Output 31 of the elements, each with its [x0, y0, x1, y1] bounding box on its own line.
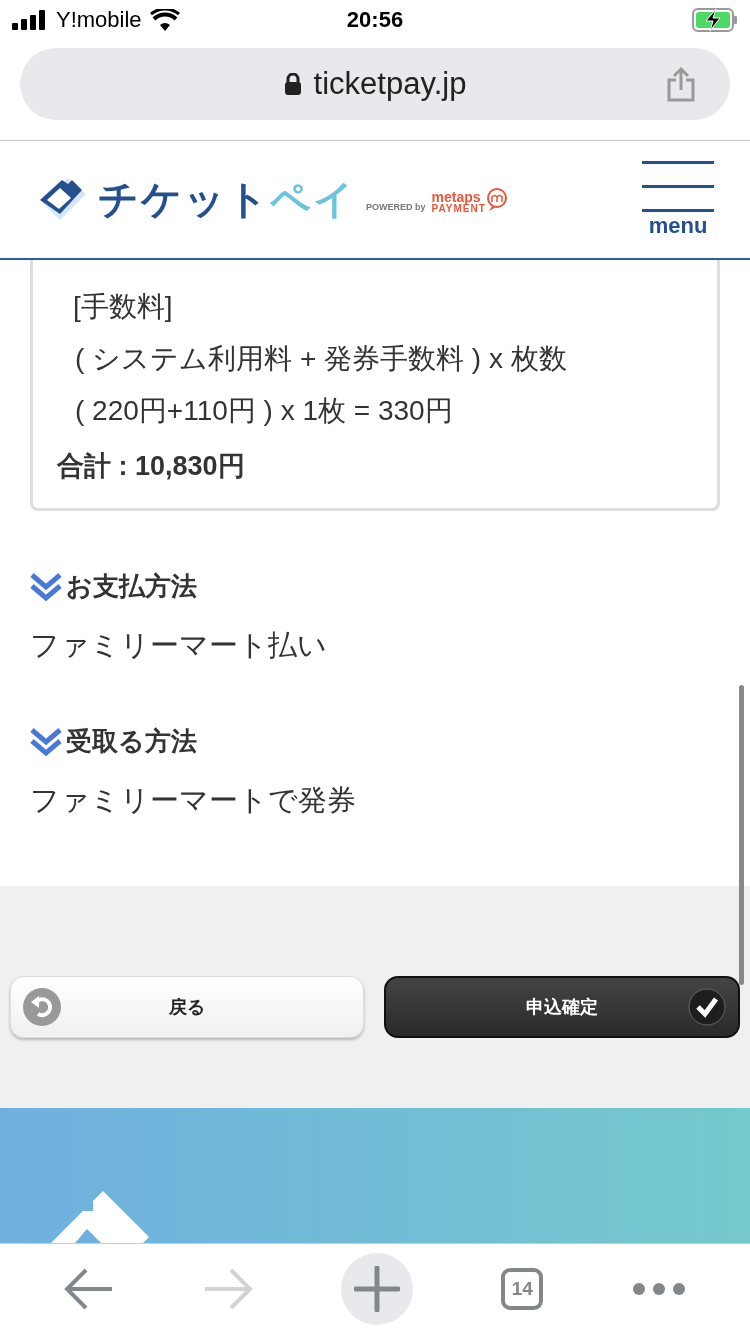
logo-text[interactable]: チケット	[98, 172, 270, 227]
check-icon	[688, 988, 726, 1026]
back-button[interactable]: 戻る	[10, 976, 364, 1038]
more-icon[interactable]	[631, 1281, 686, 1296]
fee-line: [手数料]	[72, 290, 174, 324]
back-arrow-icon[interactable]	[64, 1266, 115, 1311]
powered-by-text: POWERED by	[366, 201, 426, 212]
tab-count-button[interactable]: 14	[501, 1267, 544, 1310]
double-chevron-icon	[30, 727, 62, 756]
section-heading: お支払方法	[66, 570, 197, 603]
fee-line: ( システム利用料 + 発券手数料 ) x 枚数	[74, 342, 568, 376]
carrier-name: Y!mobile	[56, 7, 142, 33]
battery-charging-icon	[692, 8, 738, 32]
share-icon[interactable]	[666, 66, 696, 102]
menu-button[interactable]: menu	[642, 160, 714, 239]
signal-icon	[12, 10, 48, 30]
address-bar[interactable]: ticketpay.jp	[20, 48, 730, 120]
partner-logo-text: PAYMENT	[431, 203, 486, 214]
section-heading: 受取る方法	[66, 725, 197, 758]
partner-logo-text: metaps	[431, 189, 481, 204]
undo-icon	[23, 988, 61, 1026]
confirm-button[interactable]: 申込確定	[384, 976, 740, 1038]
chat-bubble-icon	[485, 187, 508, 212]
wifi-icon	[149, 9, 180, 31]
lock-icon	[283, 73, 302, 95]
clock-time: 20:56	[346, 7, 404, 33]
section-value: ファミリーマートで発券	[30, 783, 357, 818]
total-amount: 合計 : 10,830円	[57, 450, 246, 483]
fee-line: ( 220円+110円 ) x 1枚 = 330円	[74, 394, 454, 428]
section-value: ファミリーマート払い	[30, 628, 328, 663]
double-chevron-icon	[30, 572, 62, 601]
